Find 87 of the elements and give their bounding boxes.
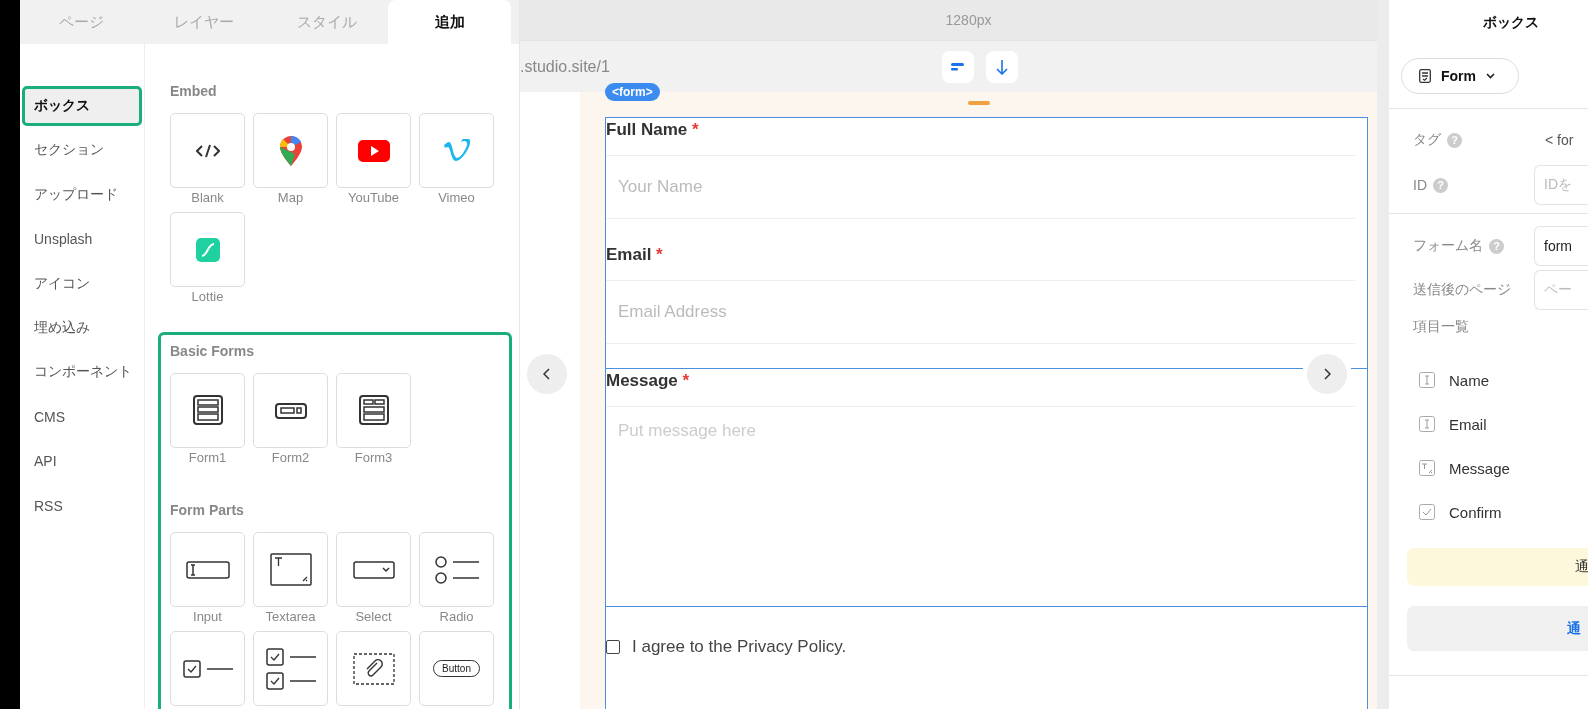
tile-label: YouTube — [347, 190, 400, 206]
v-logo-icon — [442, 138, 471, 163]
element-tile[interactable] — [336, 532, 411, 607]
property-value: < for — [1544, 132, 1575, 148]
panel-tab[interactable]: 追加 — [388, 0, 511, 44]
element-tile[interactable] — [170, 373, 245, 448]
field-label: Email * — [606, 243, 1355, 281]
element-tile[interactable] — [170, 212, 245, 287]
checkbox[interactable] — [606, 640, 620, 654]
tile-label: Textarea — [265, 609, 316, 625]
element-tile[interactable] — [170, 532, 245, 607]
category-item[interactable]: 埋め込み — [22, 307, 142, 348]
property-label: 送信後のページ — [1413, 281, 1511, 299]
tile-label: Input — [193, 609, 222, 625]
code-icon — [195, 143, 220, 158]
tile-label: Form3 — [354, 450, 393, 466]
category-item[interactable]: アップロード — [22, 174, 142, 215]
tile-label: Select — [355, 609, 392, 625]
tile-label: Blank — [191, 190, 224, 206]
chevron-right-icon — [1323, 368, 1331, 380]
element-tile[interactable] — [419, 113, 494, 188]
form-item[interactable]: Name — [1449, 371, 1489, 389]
property-label: タグ — [1413, 131, 1441, 149]
file-icon — [352, 652, 395, 685]
form-icon — [1419, 69, 1431, 83]
element-tile[interactable] — [336, 373, 411, 448]
resize-handle[interactable] — [968, 101, 990, 105]
form-item[interactable]: Message — [1449, 459, 1510, 477]
site-url: .studio.site/1 — [520, 57, 611, 76]
arrow-down-icon — [996, 58, 1008, 75]
radio-icon — [433, 554, 480, 585]
tile-label: Form2 — [271, 450, 310, 466]
category-item[interactable]: CMS — [22, 396, 142, 437]
textarea-icon — [1419, 460, 1435, 476]
element-tile[interactable] — [336, 113, 411, 188]
ruler-label: 1280px — [945, 12, 992, 28]
tile-label: Lottie — [191, 289, 224, 305]
element-tile[interactable] — [336, 631, 411, 706]
checkbox-group-icon — [265, 647, 316, 690]
panel-title: ボックス — [1482, 13, 1540, 32]
section-heading: Form Parts — [170, 502, 245, 518]
section-label: 項目一覧 — [1412, 318, 1470, 336]
section-heading: Embed — [170, 83, 218, 99]
text-field[interactable]: form — [1534, 226, 1588, 266]
chevron-left-icon — [543, 368, 551, 380]
field-label: Full Name * — [606, 118, 1355, 156]
category-item[interactable]: セクション — [22, 130, 142, 171]
align-button[interactable] — [942, 50, 974, 83]
textarea-icon — [269, 553, 312, 586]
element-tile[interactable] — [253, 532, 328, 607]
property-label: フォーム名 — [1413, 237, 1483, 255]
tile-label: Vimeo — [438, 190, 475, 206]
tile-label: Map — [277, 190, 304, 206]
form-item[interactable]: Email — [1449, 415, 1487, 433]
checkbox-icon — [1419, 504, 1435, 520]
form-item[interactable]: Confirm — [1449, 503, 1502, 521]
play-icon — [357, 139, 390, 162]
element-tile[interactable] — [170, 113, 245, 188]
tile-label: Radio — [439, 609, 474, 625]
text-input-icon — [1419, 372, 1435, 388]
element-type-dropdown[interactable]: Form — [1401, 58, 1519, 94]
element-tile[interactable] — [253, 631, 328, 706]
property-label: ID — [1413, 177, 1427, 193]
category-item[interactable]: コンポーネント — [22, 352, 142, 393]
category-item[interactable]: RSS — [22, 485, 142, 526]
category-item[interactable]: アイコン — [22, 263, 142, 304]
element-tile[interactable] — [253, 373, 328, 448]
notify-button[interactable]: 通 — [1407, 606, 1588, 651]
text-input-icon — [1419, 416, 1435, 432]
align-left-icon — [951, 61, 965, 72]
category-item[interactable]: Unsplash — [22, 219, 142, 260]
map-pin-icon — [279, 135, 302, 166]
element-tile[interactable] — [170, 631, 245, 706]
chevron-down-icon — [1486, 73, 1495, 79]
section-heading: Basic Forms — [170, 343, 256, 359]
consent-label: I agree to the Privacy Policy. — [632, 637, 847, 657]
lottie-icon — [195, 237, 220, 262]
warning-text: 通 — [1575, 558, 1588, 576]
element-tile[interactable] — [419, 532, 494, 607]
checkbox-icon — [182, 658, 233, 679]
element-tile[interactable] — [253, 113, 328, 188]
category-item[interactable]: API — [22, 441, 142, 482]
element-tag: <form> — [605, 83, 660, 101]
direction-button[interactable] — [986, 50, 1018, 83]
tile-label: Form1 — [188, 450, 227, 466]
element-tile[interactable]: Button — [419, 631, 494, 706]
category-item[interactable]: ボックス — [22, 86, 142, 126]
